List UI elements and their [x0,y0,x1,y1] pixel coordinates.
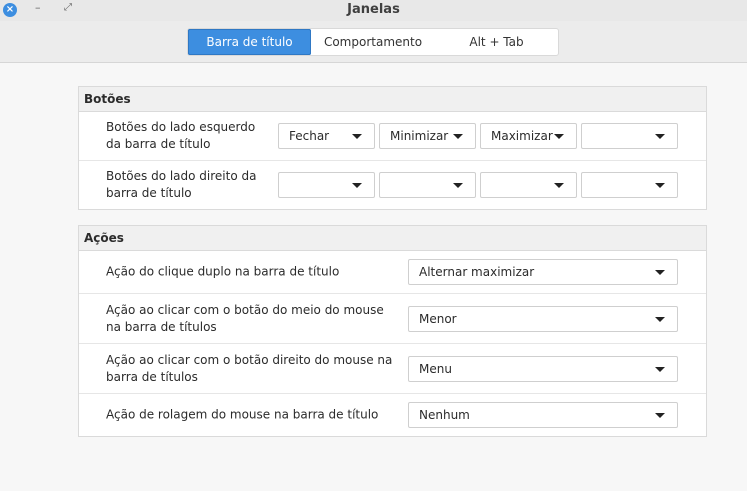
left-buttons-label: Botões do lado esquerdo da barra de títu… [106,120,256,151]
tab-title-bar[interactable]: Barra de título [188,29,311,55]
double-click-label: Ação do clique duplo na barra de título [106,264,340,279]
chevron-down-icon [453,134,463,139]
right-button-4-dropdown[interactable] [581,172,678,198]
window-titlebar: × – ⤢ Janelas [0,0,747,21]
chevron-down-icon [655,366,665,372]
left-button-2-dropdown[interactable]: Minimizar [379,123,476,149]
middle-click-label: Ação ao clicar com o botão do meio do mo… [106,302,384,334]
left-button-4-dropdown[interactable] [581,123,678,149]
scroll-dropdown[interactable]: Nenhum [408,402,678,428]
left-buttons-row: Botões do lado esquerdo da barra de títu… [79,112,706,161]
chevron-down-icon [352,134,362,139]
dropdown-value: Maximizar [491,129,553,143]
scroll-label: Ação de rolagem do mouse na barra de tít… [106,407,379,422]
buttons-group-heading: Botões [79,87,706,112]
tab-alt-tab[interactable]: Alt + Tab [435,29,558,55]
right-button-2-dropdown[interactable] [379,172,476,198]
tab-bar: Barra de título Comportamento Alt + Tab [0,21,747,63]
tab-group: Barra de título Comportamento Alt + Tab [187,28,559,56]
buttons-group: Botões Botões do lado esquerdo da barra … [78,86,707,210]
dropdown-value: Menor [419,311,457,326]
chevron-down-icon [655,413,665,418]
right-click-dropdown[interactable]: Menu [408,355,678,382]
right-buttons-label: Botões do lado direito da barra de títul… [106,169,257,200]
double-click-row: Ação do clique duplo na barra de título … [79,251,706,294]
right-click-label: Ação ao clicar com o botão direito do mo… [106,352,393,384]
dropdown-value: Minimizar [390,129,449,143]
scroll-row: Ação de rolagem do mouse na barra de tít… [79,394,706,436]
dropdown-value: Menu [419,361,452,376]
right-buttons-row: Botões do lado direito da barra de títul… [79,161,706,209]
chevron-down-icon [655,270,665,275]
actions-group: Ações Ação do clique duplo na barra de t… [78,225,707,437]
chevron-down-icon [655,183,665,188]
tab-behavior[interactable]: Comportamento [311,29,435,55]
right-button-3-dropdown[interactable] [480,172,577,198]
right-click-row: Ação ao clicar com o botão direito do mo… [79,344,706,394]
dropdown-value: Nenhum [419,408,470,422]
middle-click-row: Ação ao clicar com o botão do meio do mo… [79,294,706,344]
chevron-down-icon [554,134,564,139]
chevron-down-icon [453,183,463,188]
left-button-1-dropdown[interactable]: Fechar [278,123,375,149]
dropdown-value: Fechar [289,129,330,143]
right-button-1-dropdown[interactable] [278,172,375,198]
chevron-down-icon [655,316,665,322]
chevron-down-icon [554,183,564,188]
actions-group-heading: Ações [79,226,706,251]
chevron-down-icon [352,183,362,188]
middle-click-dropdown[interactable]: Menor [408,305,678,332]
dropdown-value: Alternar maximizar [419,265,535,279]
double-click-dropdown[interactable]: Alternar maximizar [408,259,678,285]
window-title: Janelas [347,2,400,17]
chevron-down-icon [655,134,665,139]
left-button-3-dropdown[interactable]: Maximizar [480,123,577,149]
